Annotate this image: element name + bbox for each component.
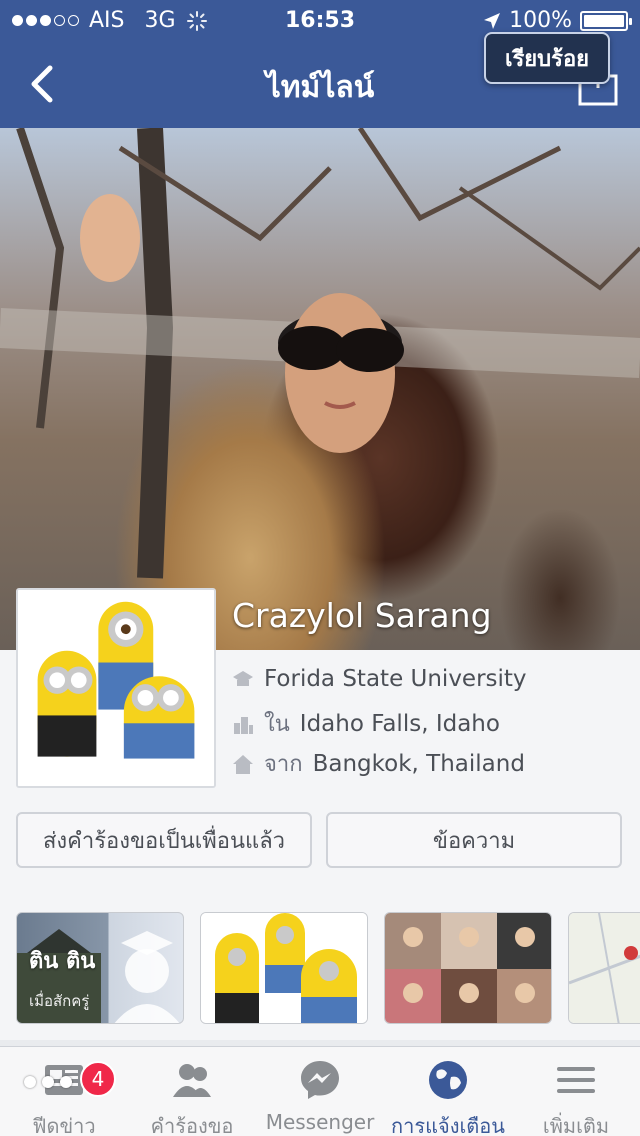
home-icon [233,754,253,774]
thumbnail-map[interactable] [568,912,640,1024]
profile-name[interactable]: Crazylol Sarang [232,596,492,635]
map-preview-image [569,913,640,1023]
thumbnail-friend-activity[interactable]: ติน ติน เมื่อสักครู่ [16,912,184,1024]
thumbnail-friends[interactable] [384,912,552,1024]
bottom-tab-bar: ฟีดข่าว 4 คำร้องขอ Messenger การแจ้งเตือ… [0,1046,640,1136]
location-arrow-icon [484,12,501,29]
thumbnail-title: ติน ติน [29,949,96,974]
tab-label-notifications: การแจ้งเตือน [391,1114,505,1136]
city-icon [234,716,253,734]
from-prefix: จาก [264,752,303,777]
thumbnail-photos[interactable] [200,912,368,1024]
tab-messenger[interactable]: Messenger [256,1047,384,1136]
tab-friend-requests[interactable]: คำร้องขอ [128,1047,256,1136]
done-tooltip[interactable]: เรียบร้อย [484,32,610,84]
profile-picture[interactable] [16,588,216,788]
notification-badge: 4 [80,1061,116,1097]
tab-news-feed[interactable]: ฟีดข่าว 4 [0,1047,128,1136]
friend-requests-icon [173,1064,211,1097]
battery-icon [580,10,632,31]
thumbnail-timestamp: เมื่อสักครู่ [29,992,90,1010]
message-button[interactable]: ข้อความ [326,812,622,868]
lives-in-row[interactable]: ใน Idaho Falls, Idaho [232,706,500,741]
tab-label-more: เพิ่มเติม [542,1114,610,1136]
lives-in-value: Idaho Falls, Idaho [299,710,500,737]
from-value: Bangkok, Thailand [312,750,525,777]
education-row[interactable]: Forida State University [232,666,527,692]
battery-percent: 100% [509,8,572,33]
education-value: Forida State University [264,666,527,692]
cover-photo-image [0,128,640,579]
minions-avatar-image [18,590,214,786]
overflow-dots-icon[interactable] [24,1076,72,1088]
globe-icon [429,1061,467,1099]
tab-notifications[interactable]: การแจ้งเตือน [384,1047,512,1136]
tab-more[interactable]: เพิ่มเติม [512,1047,640,1136]
friends-grid-image [385,913,551,1023]
tab-label-news-feed: ฟีดข่าว [32,1114,96,1136]
messenger-icon [301,1061,339,1099]
education-icon [233,671,253,686]
from-row[interactable]: จาก Bangkok, Thailand [232,746,525,781]
lives-in-prefix: ใน [264,712,290,737]
cover-photo[interactable] [0,128,640,650]
hamburger-menu-icon [557,1067,595,1093]
photos-preview-image [201,913,367,1023]
friend-request-sent-button[interactable]: ส่งคำร้องขอเป็นเพื่อนแล้ว [16,812,312,868]
tab-label-messenger: Messenger [265,1110,375,1134]
tab-label-friend-requests: คำร้องขอ [150,1114,234,1136]
